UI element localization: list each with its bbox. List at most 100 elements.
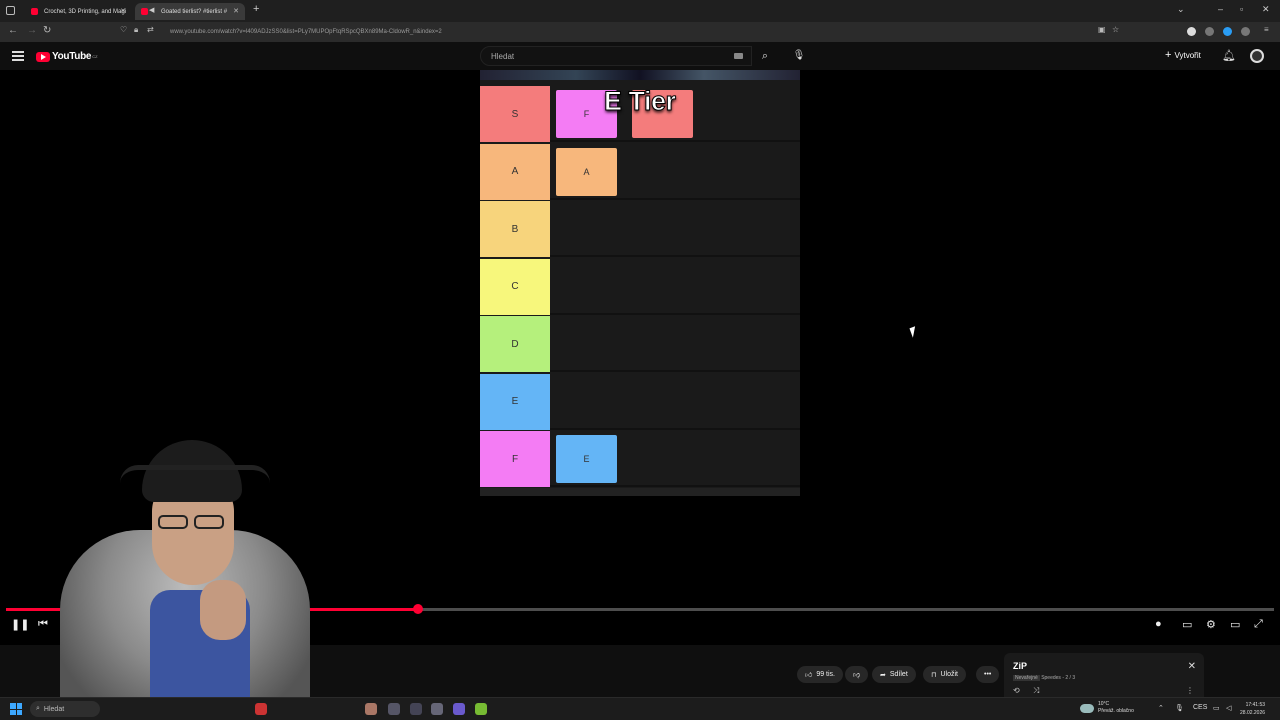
like-button[interactable]: 👍︎ 99 tis.	[797, 666, 844, 683]
tierlist-banner	[480, 70, 800, 80]
extension-icon[interactable]	[1223, 27, 1232, 36]
menu-icon[interactable]: ≡	[1264, 25, 1269, 34]
youtube-favicon-icon	[141, 8, 148, 15]
youtube-wordmark: YouTube	[52, 51, 92, 62]
app-icon[interactable]	[388, 703, 400, 715]
like-count: 99 tis.	[816, 671, 836, 678]
loop-icon[interactable]: ⟲	[1013, 686, 1020, 695]
dislike-button[interactable]: 👎︎	[845, 666, 869, 683]
webcam-glasses	[158, 515, 228, 531]
new-tab-icon[interactable]: +	[253, 3, 259, 15]
search-input[interactable]: Hledat	[480, 46, 752, 66]
volume-icon[interactable]: ◁	[1226, 704, 1231, 712]
youtube-favicon-icon	[31, 8, 38, 15]
tier-row: D	[480, 316, 800, 372]
sidebar-toggle-icon[interactable]	[6, 6, 15, 15]
reload-icon[interactable]: ↻	[43, 25, 51, 36]
search-button[interactable]: ⌕	[754, 46, 776, 66]
maximize-icon[interactable]: ▫	[1240, 4, 1243, 14]
thumbs-down-icon: 👎︎	[853, 672, 861, 679]
microphone-icon[interactable]: 🎙︎	[1175, 704, 1184, 712]
youtube-logo[interactable]: YouTube CZ	[36, 51, 98, 62]
tier-label: E	[480, 373, 550, 430]
search-icon: ⌕	[761, 49, 769, 62]
save-button[interactable]: ⊓ Uložit	[923, 666, 966, 683]
close-window-icon[interactable]: ✕	[1262, 4, 1270, 15]
autoplay-toggle-icon[interactable]: ●	[1155, 618, 1162, 630]
language-indicator[interactable]: CES	[1193, 704, 1207, 711]
search-icon: ⌕	[36, 705, 40, 712]
create-button[interactable]: + Vytvořit	[1165, 49, 1201, 61]
fullscreen-icon[interactable]: ⤢	[1254, 618, 1263, 631]
thumbs-up-icon: 👍︎	[805, 672, 813, 679]
forward-icon[interactable]: →	[27, 25, 37, 36]
network-icon[interactable]: ▭	[1213, 704, 1220, 712]
playlist-progress: Speedes - 2 / 3	[1041, 675, 1076, 681]
extension-icon[interactable]	[1241, 27, 1250, 36]
share-label: Sdílet	[889, 671, 908, 678]
reader-icon[interactable]: ▣	[1098, 25, 1106, 34]
windows-start-icon[interactable]	[10, 703, 22, 715]
tierlist-footer	[480, 488, 800, 496]
speaker-icon[interactable]: ◀	[149, 6, 154, 14]
browser-tab[interactable]: Crochet, 3D Printing, and Magi ✕	[22, 3, 132, 20]
taskbar-clock[interactable]: 17:41:53 28.02.2026	[1240, 701, 1265, 717]
browser-tab-active[interactable]: ◀ Goated tierlist? #tierlist # ✕	[135, 3, 245, 20]
weather-temp: 10°C	[1098, 701, 1110, 707]
chevron-up-icon[interactable]: ⌃	[1158, 704, 1164, 712]
url-field[interactable]: www.youtube.com/watch?v=l409ADJzSS0&list…	[115, 25, 1090, 39]
hamburger-menu-icon[interactable]	[12, 51, 24, 61]
tier-item: E	[556, 435, 617, 483]
more-actions-button[interactable]: •••	[976, 666, 1000, 683]
previous-icon[interactable]: ⏮︎	[38, 618, 48, 631]
tier-row: AA	[480, 143, 800, 200]
taskbar-search[interactable]: ⌕ Hledat	[30, 701, 100, 717]
app-icon[interactable]	[255, 703, 267, 715]
avatar[interactable]	[1250, 49, 1264, 63]
chevron-down-icon[interactable]: ⌄	[1177, 4, 1185, 15]
app-icon[interactable]	[475, 703, 487, 715]
close-tab-icon[interactable]: ✕	[233, 7, 239, 15]
playlist-badge: Nevařejné	[1013, 675, 1040, 681]
theater-mode-icon[interactable]: ▭	[1230, 618, 1240, 631]
webcam-overlay	[60, 420, 310, 720]
youtube-header: YouTube CZ Hledat ⌕ 🎙︎ + Vytvořit 🔔︎	[0, 42, 1280, 70]
clock-date: 28.02.2026	[1240, 710, 1266, 716]
browser-tab-bar: Crochet, 3D Printing, and Magi ✕ ◀ Goate…	[0, 0, 1280, 22]
tier-label: C	[480, 258, 550, 315]
site-settings-icon[interactable]: ⇄	[147, 25, 154, 34]
extension-icon[interactable]	[1205, 27, 1214, 36]
subtitles-icon[interactable]: ▭	[1182, 618, 1192, 631]
back-icon[interactable]: ←	[8, 25, 18, 36]
tier-row: B	[480, 201, 800, 257]
notifications-bell-icon[interactable]: 🔔︎	[1222, 49, 1236, 62]
minimize-icon[interactable]: –	[1218, 4, 1223, 14]
bookmark-star-icon[interactable]: ☆	[1112, 25, 1119, 34]
microphone-icon[interactable]: 🎙︎	[790, 47, 808, 65]
video-overlay-text: E Tier	[604, 86, 677, 117]
keyboard-icon[interactable]	[734, 53, 743, 59]
app-icon[interactable]	[365, 703, 377, 715]
close-tab-icon[interactable]: ✕	[120, 7, 126, 15]
tier-label: S	[480, 86, 550, 142]
tier-label: D	[480, 316, 550, 372]
shuffle-icon[interactable]: ⤨	[1033, 686, 1039, 696]
pause-icon[interactable]: ❚❚	[11, 618, 29, 631]
country-code: CZ	[92, 54, 98, 59]
close-playlist-icon[interactable]: ✕	[1188, 661, 1196, 672]
progress-scrubber[interactable]	[413, 604, 424, 614]
shield-icon[interactable]: ♡	[120, 25, 127, 34]
tier-label: F	[480, 431, 550, 487]
tierlist: SFAABCDEFE	[480, 70, 800, 496]
weather-widget[interactable]: 10°C Převáž. oblačno	[1080, 701, 1134, 715]
app-icon[interactable]	[453, 703, 465, 715]
app-icon[interactable]	[431, 703, 443, 715]
playlist-panel[interactable]: ZiP Nevařejné Speedes - 2 / 3 ✕ ⟲ ⤨ ⋮	[1004, 653, 1204, 697]
settings-gear-icon[interactable]: ⚙︎	[1206, 618, 1216, 631]
app-icon[interactable]	[410, 703, 422, 715]
more-vertical-icon[interactable]: ⋮	[1186, 686, 1194, 695]
lock-icon[interactable]: 🔒︎	[134, 25, 138, 35]
extension-icon[interactable]	[1187, 27, 1196, 36]
webcam-headphones	[120, 465, 270, 483]
share-button[interactable]: ➦ Sdílet	[872, 666, 916, 683]
